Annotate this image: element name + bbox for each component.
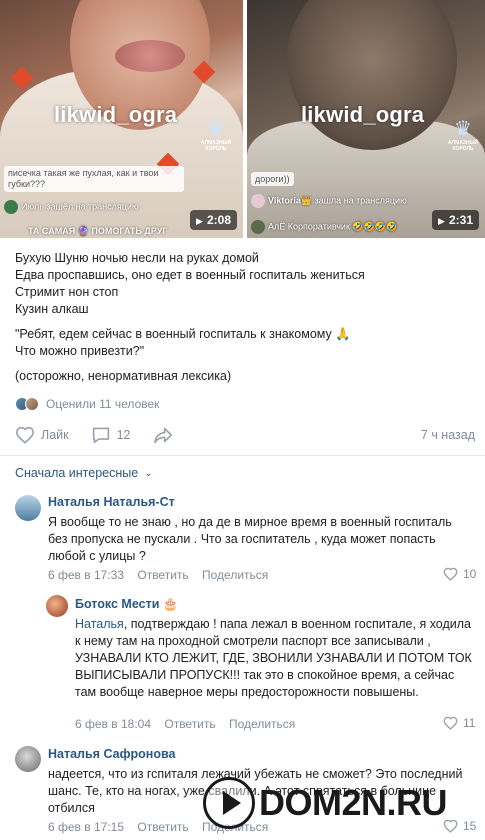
like-label: Лайк (41, 428, 69, 442)
post-line: Кузин алкаш (15, 302, 89, 316)
avatar[interactable] (15, 746, 41, 772)
comments-sort-dropdown[interactable]: Сначала интересные ⌄ (15, 466, 153, 480)
post-line: Бухую Шуню ночью несли на руках домой (15, 251, 259, 265)
video-preview-1[interactable]: likwid_ogra ♛ АЛМАЗНЫЙ КОРОЛЬ писечка та… (0, 0, 243, 238)
avatar[interactable] (46, 595, 68, 617)
comments-button[interactable]: 12 (91, 426, 131, 444)
comment-like-count: 11 (463, 716, 476, 730)
comment-like-button[interactable]: 11 (443, 716, 475, 730)
share-link[interactable]: Поделиться (229, 717, 295, 731)
post-warning: (осторожно, ненормативная лексика) (15, 369, 232, 383)
stream-bottom-message: АлЁ Корпоративчик 🤣🤣🤣🤣 (251, 220, 397, 234)
stream-watermark: likwid_ogra (54, 102, 178, 127)
heart-icon (15, 426, 35, 444)
chevron-down-icon: ⌄ (144, 467, 153, 479)
crown-icon: ♛ (207, 118, 225, 140)
reactions-count: Оценили 11 человек (46, 397, 160, 411)
comment-text: Наталья, подтверждаю ! папа лежал в воен… (75, 617, 472, 699)
stream-chat-message: дороги)) (251, 172, 294, 186)
comment-date: 6 фев в 18:04 (75, 717, 152, 731)
share-icon (153, 427, 172, 444)
post-quote-line: "Ребят, едем сейчас в военный госпиталь … (15, 327, 351, 341)
comment-reply: Ботокс Мести 🎂 Наталья, подтверждаю ! па… (0, 592, 485, 732)
heart-icon (443, 567, 458, 581)
comment-meta: 6 фев в 17:33 Ответить Поделиться (48, 568, 268, 582)
sort-label: Сначала интересные (15, 466, 139, 480)
video-duration-badge: ▶ 2:31 (432, 210, 479, 230)
reply-button[interactable]: Ответить (137, 568, 188, 582)
comments-count: 12 (116, 428, 131, 442)
comment-meta: 6 фев в 18:04 Ответить Поделиться (75, 717, 295, 731)
stream-join-message: Июль зашёл на трансляцию (4, 200, 139, 214)
comment-date: 6 фев в 17:33 (48, 568, 125, 582)
video-duration-badge: ▶ 2:08 (190, 210, 237, 230)
video-preview-2[interactable]: likwid_ogra ♛ АЛМАЗНЫЙ КОРОЛЬ дороги)) V… (247, 0, 485, 238)
reply-button[interactable]: Ответить (137, 820, 188, 834)
comment-author[interactable]: Наталья Наталья-Ст (48, 495, 175, 509)
video-previews: likwid_ogra ♛ АЛМАЗНЫЙ КОРОЛЬ писечка та… (0, 0, 485, 240)
site-watermark-text: DOM2N.RU (259, 782, 448, 823)
reactions-summary[interactable]: Оценили 11 человек (15, 397, 159, 411)
post-line: Стримит нон стоп (15, 285, 119, 299)
divider (0, 455, 485, 456)
comment-author[interactable]: Наталья Сафронова (48, 747, 175, 761)
comment-like-button[interactable]: 15 (443, 819, 476, 833)
avatar (251, 194, 265, 208)
crown-badge: ♛ АЛМАЗНЫЙ КОРОЛЬ (196, 118, 236, 152)
stream-bottom-message: ТА САМАЯ 🔮 ПОМОГАТЬ ДРУГ (28, 226, 168, 236)
comment-author[interactable]: Ботокс Мести 🎂 (75, 597, 178, 612)
like-button[interactable]: Лайк (15, 426, 69, 444)
play-icon: ▶ (438, 216, 445, 226)
video-frame-lips (115, 40, 185, 72)
comment: Наталья Наталья-Ст Я вообще то не знаю ,… (0, 490, 485, 585)
play-icon: ▶ (196, 216, 203, 226)
stream-chat-message: писечка такая же пухлая, как и твои губк… (4, 166, 184, 192)
stream-watermark: likwid_ogra (301, 102, 425, 127)
crown-icon: ♛ (454, 118, 472, 140)
avatar (4, 200, 18, 214)
heart-icon (443, 716, 458, 730)
post-timestamp: 7 ч назад (420, 428, 475, 442)
share-link[interactable]: Поделиться (202, 568, 268, 582)
avatar (25, 397, 39, 411)
post-line: Едва проспавшись, оно едет в военный гос… (15, 268, 365, 282)
comment-text: Я вообще то не знаю , но да де в мирное … (48, 515, 452, 563)
site-watermark-logo: DOM2N.RU (203, 777, 448, 829)
share-button[interactable] (153, 426, 179, 444)
comment-like-count: 10 (463, 567, 477, 581)
comment-date: 6 фев в 17:15 (48, 820, 125, 834)
avatar[interactable] (15, 495, 41, 521)
play-logo-icon (203, 777, 255, 829)
crown-badge: ♛ АЛМАЗНЫЙ КОРОЛЬ (443, 118, 483, 152)
post-quote-line: Что можно привезти?" (15, 344, 145, 358)
comment-like-button[interactable]: 10 (443, 567, 476, 581)
heart-pattern-icon (10, 66, 34, 90)
reply-button[interactable]: Ответить (164, 717, 215, 731)
comment-icon (92, 427, 109, 444)
stream-join-message: Viktoria👑 зашла на трансляцию (251, 194, 407, 208)
post-text: Бухую Шуню ночью несли на руках домой Ед… (15, 250, 365, 385)
mention-link[interactable]: Наталья (75, 617, 124, 631)
comment-like-count: 15 (463, 819, 477, 833)
post-actions: Лайк 12 7 ч назад (15, 425, 475, 445)
avatar (251, 220, 265, 234)
